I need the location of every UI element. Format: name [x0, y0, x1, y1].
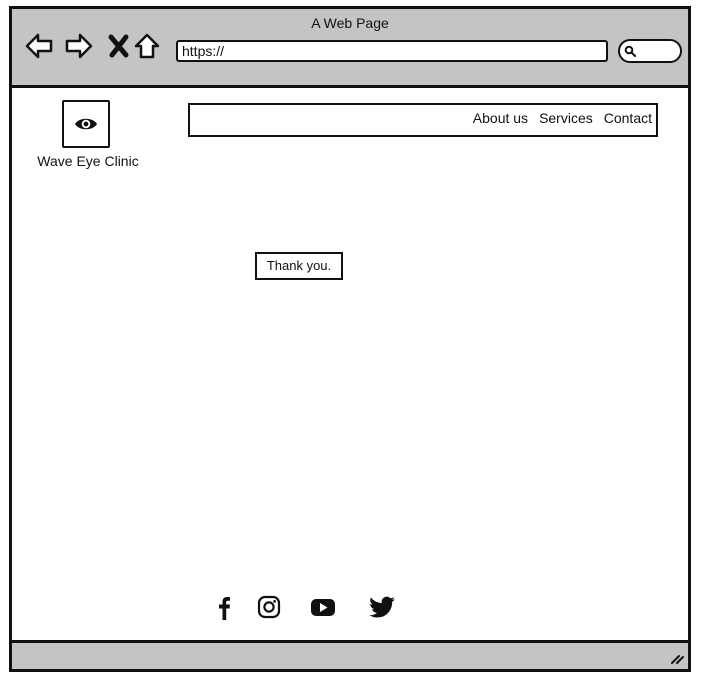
clinic-logo[interactable]	[62, 100, 110, 148]
facebook-icon[interactable]	[216, 593, 232, 621]
close-icon[interactable]	[104, 31, 134, 61]
nav-link-services[interactable]: Services	[539, 110, 593, 126]
nav-link-about-us[interactable]: About us	[473, 110, 528, 126]
youtube-icon[interactable]	[310, 593, 336, 621]
thank-you-message: Thank you.	[255, 252, 343, 280]
window-title: A Web Page	[311, 15, 389, 31]
search-icon	[624, 45, 636, 57]
twitter-icon[interactable]	[368, 593, 396, 621]
browser-search-field[interactable]	[618, 39, 682, 63]
browser-window: A Web Page https:// Wave Eye Clinic Abou…	[9, 6, 691, 672]
back-arrow-icon[interactable]	[24, 31, 54, 61]
nav-link-contact[interactable]: Contact	[604, 110, 652, 126]
resize-grip-icon[interactable]	[670, 651, 684, 665]
instagram-icon[interactable]	[257, 593, 281, 621]
home-icon[interactable]	[132, 31, 162, 61]
site-navigation: About us Services Contact	[188, 103, 658, 137]
eye-icon	[75, 118, 97, 130]
browser-statusbar	[12, 640, 688, 669]
forward-arrow-icon[interactable]	[64, 31, 94, 61]
address-bar[interactable]: https://	[176, 40, 608, 62]
clinic-name: Wave Eye Clinic	[37, 153, 139, 169]
browser-titlebar: A Web Page https://	[12, 9, 688, 88]
